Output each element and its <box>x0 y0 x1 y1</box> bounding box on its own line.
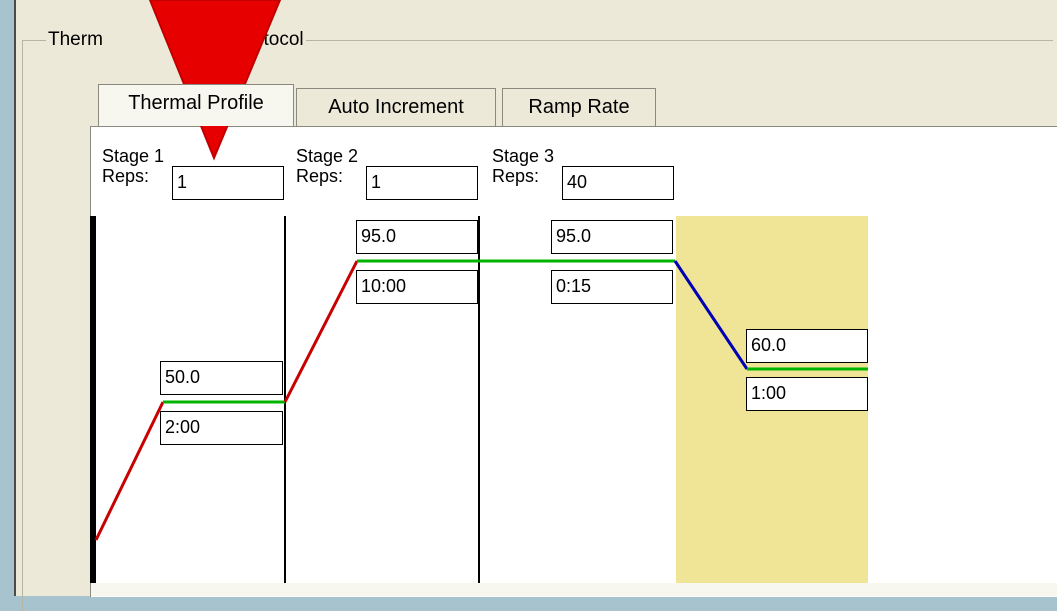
stage-1-reps-field[interactable]: 1 <box>172 166 284 200</box>
stage-1-reps-label: Reps: <box>102 166 150 186</box>
stage-3-label: Stage 3 <box>492 146 555 166</box>
stage-2-reps-label: Reps: <box>296 166 344 186</box>
group-title-left: Therm <box>48 29 103 50</box>
tab-thermal-profile[interactable]: Thermal Profile <box>98 84 294 126</box>
step-1-time-field[interactable]: 2:00 <box>160 411 283 445</box>
stage-3-reps-label: Reps: <box>492 166 540 186</box>
panel-bottom-strip <box>91 583 1057 596</box>
group-title-right: otocol <box>252 29 304 50</box>
step-4-time-field[interactable]: 1:00 <box>746 377 868 411</box>
tab-ramp-rate[interactable]: Ramp Rate <box>502 88 656 126</box>
stage-1-label: Stage 1 <box>102 146 165 166</box>
stage-2-label: Stage 2 <box>296 146 359 166</box>
step-2-temperature-field[interactable]: 95.0 <box>356 220 478 254</box>
step-4-temperature-field[interactable]: 60.0 <box>746 329 868 363</box>
stage-divider-2 <box>478 216 480 583</box>
step-1-temperature-field[interactable]: 50.0 <box>160 361 283 395</box>
stage-2-reps-field[interactable]: 1 <box>366 166 478 200</box>
step-3-temperature-field[interactable]: 95.0 <box>551 220 673 254</box>
tab-auto-increment[interactable]: Auto Increment <box>296 88 496 126</box>
step-2-time-field[interactable]: 10:00 <box>356 270 478 304</box>
profile-start-bar <box>90 216 96 583</box>
step-3-time-field[interactable]: 0:15 <box>551 270 673 304</box>
group-title: Therm otocol <box>46 28 306 52</box>
stage-3-reps-field[interactable]: 40 <box>562 166 674 200</box>
stage-divider-1 <box>284 216 286 583</box>
